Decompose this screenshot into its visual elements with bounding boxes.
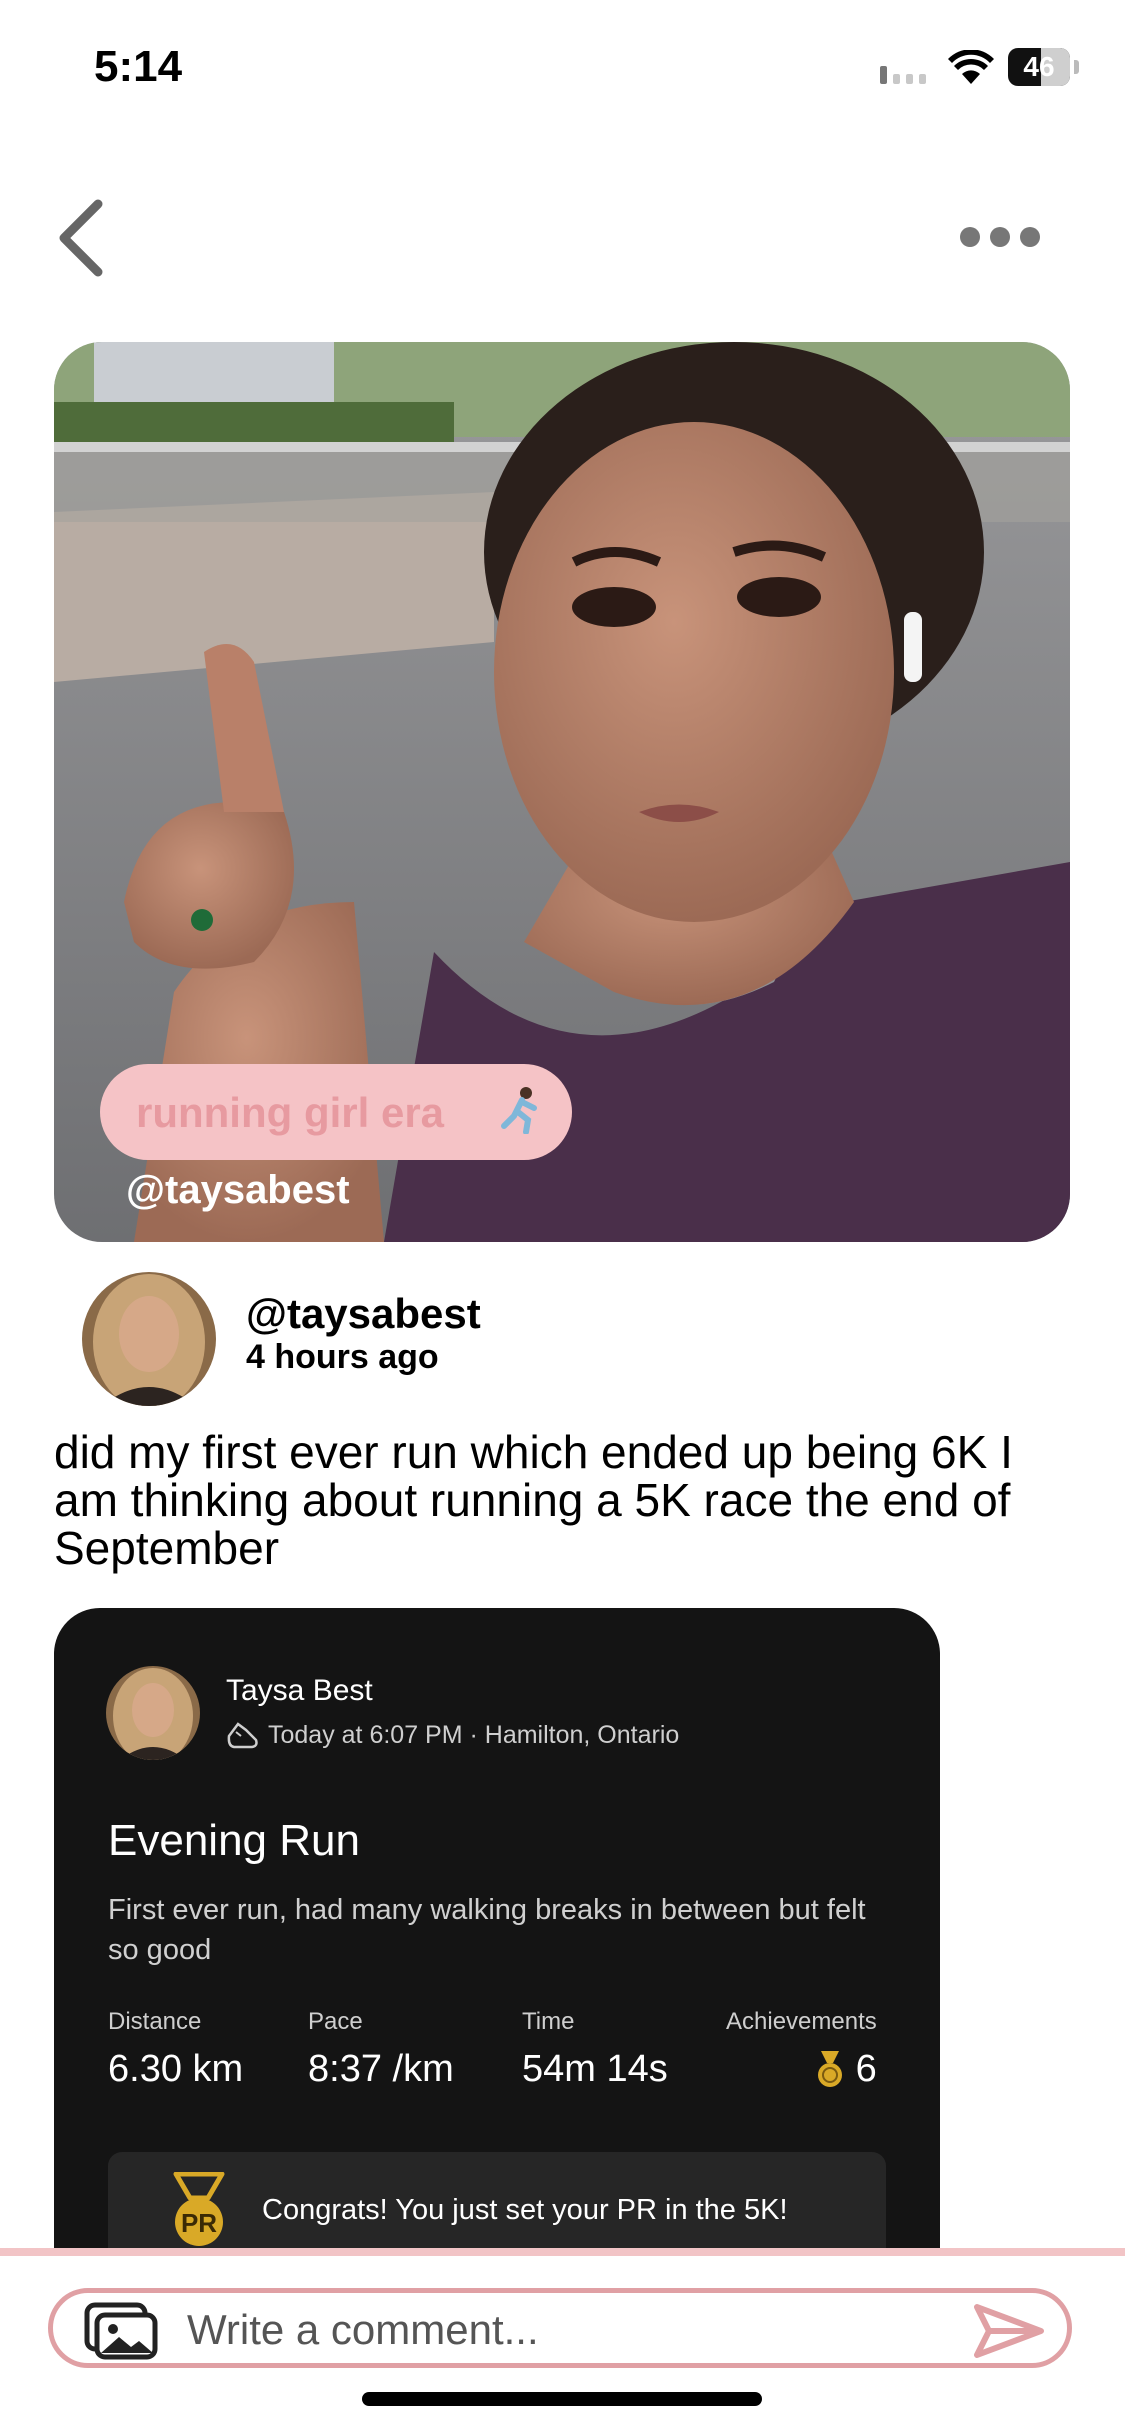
athlete-name: Taysa Best (226, 1674, 373, 1707)
stat-value: 6.30 km (108, 2048, 244, 2090)
comment-bar (0, 2248, 1125, 2436)
post-photo[interactable]: running girl era @taysabest (54, 342, 1070, 1242)
stat-value: 54m 14s (522, 2048, 668, 2090)
status-time: 5:14 (94, 42, 183, 91)
stat-label: Distance (108, 2008, 202, 2035)
pr-medal-icon: PR (173, 2172, 225, 2246)
author-avatar[interactable] (82, 1272, 216, 1406)
athlete-avatar (106, 1666, 200, 1760)
stat-label: Pace (308, 2008, 363, 2035)
stat-pace: Pace 8:37 /km (308, 2008, 454, 2091)
sticker-text: running girl era (136, 1089, 445, 1136)
ellipsis-icon (960, 227, 980, 247)
back-button[interactable] (52, 196, 112, 280)
activity-description: First ever run, had many walking breaks … (108, 1894, 866, 1966)
activity-title: Evening Run (108, 1816, 360, 1865)
more-options-button[interactable] (960, 220, 1050, 254)
stat-label: Achievements (726, 2008, 877, 2035)
send-icon[interactable] (973, 2303, 1045, 2359)
sticker-label: running girl era (100, 1064, 572, 1160)
stat-label: Time (522, 2008, 575, 2035)
post-time-ago: 4 hours ago (246, 1338, 439, 1376)
stat-distance: Distance 6.30 km (108, 2008, 243, 2091)
medal-icon (817, 2050, 842, 2087)
comment-input[interactable] (187, 2305, 907, 2355)
runner-icon (501, 1087, 537, 1134)
post-caption: did my first ever run which ended up bei… (54, 1426, 1013, 1574)
stat-value: 6 (726, 2048, 877, 2091)
chevron-left-icon (59, 199, 103, 277)
wifi-icon (948, 50, 994, 84)
stat-achievements: Achievements 6 (726, 2008, 877, 2091)
activity-meta: Today at 6:07 PM · Hamilton, Ontario (226, 1720, 679, 1750)
image-attach-icon[interactable] (83, 2301, 159, 2361)
stat-value: 8:37 /km (308, 2048, 454, 2090)
activity-meta-text: Today at 6:07 PM · Hamilton, Ontario (268, 1720, 680, 1749)
shoe-icon (227, 1722, 258, 1749)
photo-watermark: @taysabest (126, 1168, 350, 1212)
pr-message: Congrats! You just set your PR in the 5K… (262, 2194, 788, 2226)
cellular-signal-icon (880, 66, 926, 84)
comment-bar-divider (0, 2248, 1125, 2256)
activity-card[interactable]: Taysa Best Today at 6:07 PM · Hamilton, … (54, 1608, 940, 2258)
comment-field[interactable] (48, 2288, 1072, 2368)
battery-icon: 46 (1008, 48, 1070, 86)
battery-cap (1074, 60, 1079, 74)
author-username[interactable]: @taysabest (246, 1290, 481, 1338)
battery-level: 46 (1023, 51, 1055, 82)
home-indicator (362, 2392, 762, 2406)
stat-time: Time 54m 14s (522, 2008, 668, 2091)
status-bar: 5:14 46 (0, 0, 1125, 140)
pr-banner: PR Congrats! You just set your PR in the… (108, 2152, 886, 2258)
pr-badge-text: PR (181, 2208, 217, 2238)
